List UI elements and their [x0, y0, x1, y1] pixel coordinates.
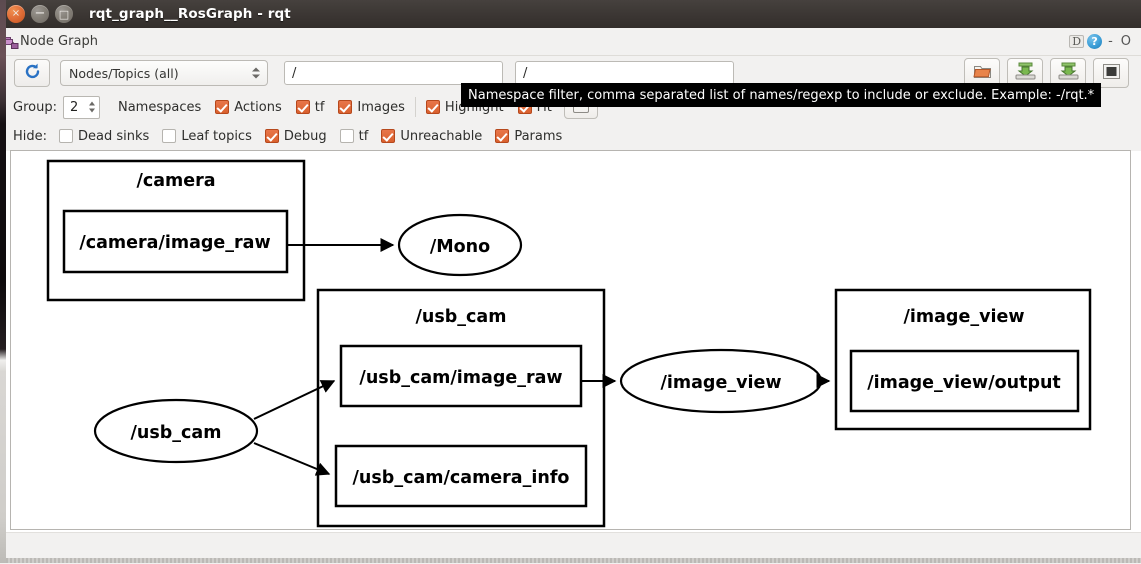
folder-icon	[972, 63, 992, 84]
hide-dead-sinks[interactable]: Dead sinks	[59, 129, 149, 144]
toolbar-row-hide: Hide: Dead sinks Leaf topics Debug tf Un…	[0, 123, 1141, 149]
hide-unreachable-box[interactable]	[381, 129, 396, 143]
checkbox-tf-label: tf	[314, 99, 325, 115]
dock-close-button[interactable]: O	[1119, 35, 1133, 48]
maximize-icon: □	[58, 7, 70, 21]
node-image-view[interactable]: /image_view	[619, 348, 823, 414]
checkbox-images-label: Images	[357, 99, 405, 115]
toolbar-separator	[414, 97, 416, 117]
hide-params[interactable]: Params	[495, 129, 562, 144]
dock-controls: D ? - O	[1069, 34, 1141, 49]
checkbox-tf[interactable]: tf	[295, 99, 325, 115]
refresh-button[interactable]	[14, 59, 50, 87]
hide-debug-box[interactable]	[264, 129, 279, 143]
cluster-camera-label: /camera	[136, 171, 215, 191]
hide-tf[interactable]: tf	[339, 128, 369, 144]
group-value: 2	[69, 99, 79, 115]
hide-leaf-topics-box[interactable]	[162, 129, 177, 143]
refresh-icon	[24, 63, 41, 84]
hide-unreachable-label: Unreachable	[400, 128, 483, 144]
window-title: rqt_graph__RosGraph - rqt	[89, 6, 291, 22]
namespace-filter-input[interactable]: /	[515, 61, 734, 85]
cluster-usb-cam-label: /usb_cam	[416, 307, 507, 327]
namespaces-label: Namespaces	[117, 99, 202, 115]
checkbox-actions-box[interactable]	[215, 100, 230, 114]
save-image-icon	[1058, 62, 1079, 84]
graph-canvas[interactable]: /camera /camera/image_raw /Mono /usb_cam…	[10, 150, 1131, 530]
hide-label: Hide:	[13, 128, 48, 144]
hide-tf-box[interactable]	[339, 129, 354, 143]
hide-leaf-topics[interactable]: Leaf topics	[162, 129, 252, 144]
node-usb-cam-label: /usb_cam	[131, 423, 222, 443]
checkbox-images-box[interactable]	[338, 100, 353, 114]
cluster-image-view-label: /image_view	[903, 307, 1024, 327]
hide-debug[interactable]: Debug	[264, 128, 327, 144]
hide-dead-sinks-box[interactable]	[59, 129, 74, 143]
group-label: Group:	[13, 99, 57, 115]
hide-leaf-topics-label: Leaf topics	[181, 128, 252, 144]
unity-launcher-strip	[0, 0, 6, 563]
node-mono-label: /Mono	[430, 237, 490, 257]
window-bottom-edge	[0, 558, 1141, 563]
spinner-arrows-icon[interactable]	[88, 101, 95, 113]
topic-filter-input[interactable]: /	[284, 61, 503, 85]
node-image-view-label: /image_view	[660, 373, 781, 393]
chevron-updown-icon	[252, 67, 260, 79]
undock-button[interactable]: D	[1069, 35, 1085, 48]
screenshot-icon	[1102, 63, 1121, 84]
window-titlebar: × − □ rqt_graph__RosGraph - rqt	[0, 0, 1141, 28]
checkbox-tf-box[interactable]	[295, 100, 310, 114]
checkbox-images[interactable]: Images	[338, 100, 405, 115]
hide-params-box[interactable]	[495, 129, 510, 143]
close-icon: ×	[11, 8, 21, 19]
help-icon[interactable]: ?	[1087, 34, 1103, 49]
window-minimize-button[interactable]: −	[31, 5, 49, 23]
topic-camera-image-raw-label: /camera/image_raw	[79, 233, 270, 253]
graph-type-value: Nodes/Topics (all)	[69, 65, 179, 81]
hide-tf-label: tf	[358, 128, 369, 144]
hide-unreachable[interactable]: Unreachable	[381, 129, 482, 144]
topic-usb-cam-image-raw-label: /usb_cam/image_raw	[359, 368, 562, 388]
cluster-image-view[interactable]: /image_view /image_view/output	[834, 288, 1092, 431]
hide-debug-label: Debug	[283, 128, 327, 144]
node-mono[interactable]: /Mono	[397, 213, 523, 277]
node-usb-cam[interactable]: /usb_cam	[93, 398, 259, 464]
group-spinbox[interactable]: 2	[62, 95, 100, 119]
dock-title: Node Graph	[20, 34, 98, 49]
window-maximize-button[interactable]: □	[55, 5, 73, 23]
window-close-button[interactable]: ×	[7, 5, 25, 23]
topic-image-view-output-label: /image_view/output	[867, 373, 1061, 393]
dock-widget-header: Node Graph D ? - O	[0, 28, 1141, 55]
checkbox-highlight-box[interactable]	[425, 100, 440, 114]
cluster-camera[interactable]: /camera /camera/image_raw	[46, 159, 306, 302]
checkbox-actions-label: Actions	[234, 99, 282, 115]
checkbox-actions[interactable]: Actions	[215, 100, 282, 115]
minimize-icon: −	[34, 5, 46, 21]
namespace-filter-tooltip: Namespace filter, comma separated list o…	[461, 83, 1102, 107]
topic-usb-cam-camera-info-label: /usb_cam/camera_info	[353, 468, 570, 488]
cluster-usb-cam[interactable]: /usb_cam /usb_cam/image_raw /usb_cam/cam…	[316, 288, 606, 528]
save-dot-icon	[1015, 62, 1036, 84]
graph-type-combobox[interactable]: Nodes/Topics (all)	[60, 60, 268, 86]
hide-dead-sinks-label: Dead sinks	[78, 128, 150, 144]
dock-minimize-button[interactable]: -	[1105, 35, 1116, 48]
hide-params-label: Params	[514, 128, 563, 144]
